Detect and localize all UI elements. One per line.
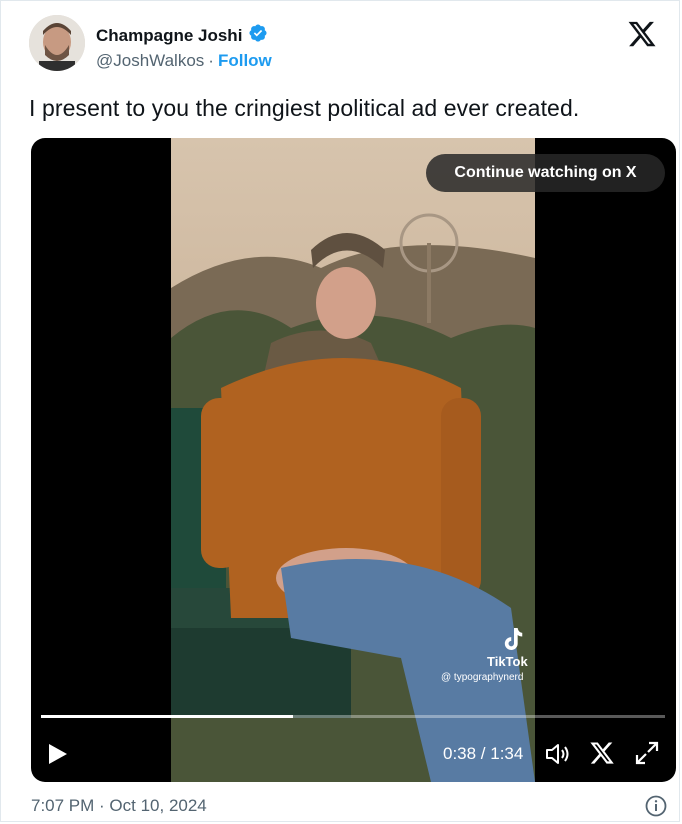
video-player[interactable]: Continue watching on X TikTok @ typograp… xyxy=(31,138,676,782)
verified-badge-icon xyxy=(248,23,268,48)
play-icon[interactable] xyxy=(47,742,69,766)
avatar[interactable] xyxy=(29,15,85,71)
author-handle[interactable]: @JoshWalkos xyxy=(96,51,204,70)
tweet-text: I present to you the cringiest political… xyxy=(29,95,580,121)
x-icon[interactable] xyxy=(589,740,615,766)
progress-fill xyxy=(41,715,294,718)
tweet-timestamp[interactable]: 7:07 PM · Oct 10, 2024 xyxy=(31,796,207,816)
tiktok-brand: TikTok xyxy=(487,654,528,669)
continue-watching-button[interactable]: Continue watching on X xyxy=(426,154,665,192)
x-logo-icon[interactable] xyxy=(627,19,657,49)
author-name-row: Champagne Joshi xyxy=(96,23,268,48)
progress-bar[interactable] xyxy=(41,715,665,718)
volume-icon[interactable] xyxy=(543,740,571,768)
follow-button[interactable]: Follow xyxy=(218,51,272,70)
time-display: 0:38 / 1:34 xyxy=(443,744,524,763)
tiktok-logo-icon xyxy=(504,628,523,650)
fullscreen-icon[interactable] xyxy=(634,740,660,766)
info-icon[interactable] xyxy=(645,795,667,817)
author-name[interactable]: Champagne Joshi xyxy=(96,26,242,46)
author-handle-row: @JoshWalkos · Follow xyxy=(96,51,272,71)
video-frame[interactable] xyxy=(171,138,535,782)
tiktok-user: @ typographynerd xyxy=(441,672,524,683)
tweet-embed-card: Champagne Joshi @JoshWalkos · Follow I pre… xyxy=(0,0,680,822)
separator: · xyxy=(208,51,214,70)
video-controls: 0:38 / 1:34 xyxy=(31,728,676,782)
